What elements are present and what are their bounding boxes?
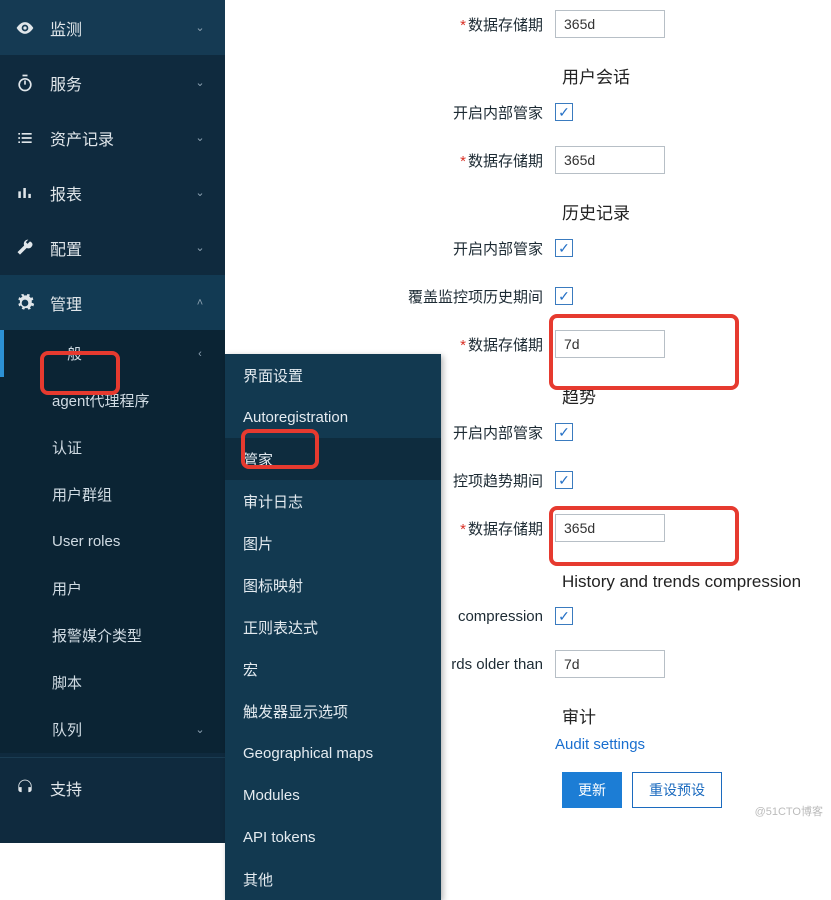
- chevron-down-icon: ⌄: [191, 21, 209, 34]
- nav-label: 资产记录: [50, 126, 191, 150]
- chevron-up-icon: ˄: [191, 297, 209, 309]
- main-form: *数据存储期 用户会话 开启内部管家 ✓ *数据存储期 历史记录 开启内部管家 …: [240, 0, 831, 808]
- input-storage1[interactable]: [555, 10, 665, 38]
- audit-settings-link[interactable]: Audit settings: [555, 736, 645, 753]
- wrench-icon: [14, 237, 36, 259]
- sub-label: 用户群组: [52, 484, 112, 505]
- barchart-icon: [14, 182, 36, 204]
- separator: [0, 757, 225, 758]
- sidebar-sub-queue[interactable]: 队列 ⌄: [0, 706, 225, 753]
- section-sessions: 用户会话: [240, 52, 831, 88]
- checkbox-enable-hk1[interactable]: ✓: [555, 103, 573, 121]
- section-history: 历史记录: [240, 188, 831, 224]
- sidebar-item-config[interactable]: 配置 ⌄: [0, 220, 225, 275]
- section-trends: 趋势: [240, 372, 831, 408]
- sub-label: 队列: [52, 719, 82, 740]
- section-compress: History and trends compression: [240, 556, 831, 592]
- chevron-down-icon: ⌄: [191, 76, 209, 89]
- stopwatch-icon: [14, 72, 36, 94]
- label-storage3: *数据存储期: [240, 334, 555, 355]
- sub-label: 一般: [52, 343, 82, 364]
- label-text: 数据存储期: [468, 521, 543, 538]
- sidebar-sub-userroles[interactable]: User roles: [0, 518, 225, 565]
- reset-button[interactable]: 重设预设: [632, 772, 722, 808]
- sub-label: 报警媒介类型: [52, 625, 142, 646]
- eye-icon: [14, 17, 36, 39]
- label-older: rds older than: [240, 656, 555, 673]
- section-audit: 审计: [240, 692, 831, 728]
- nav-label: 服务: [50, 71, 191, 95]
- sidebar-item-admin[interactable]: 管理 ˄: [0, 275, 225, 330]
- checkbox-enable-hk2[interactable]: ✓: [555, 239, 573, 257]
- input-storage2[interactable]: [555, 146, 665, 174]
- chevron-down-icon: ⌄: [191, 186, 209, 199]
- sidebar-sub-usergroups[interactable]: 用户群组: [0, 471, 225, 518]
- fly-other[interactable]: 其他: [225, 858, 441, 900]
- input-storage4[interactable]: [555, 514, 665, 542]
- headset-icon: [14, 777, 36, 799]
- sidebar-item-services[interactable]: 服务 ⌄: [0, 55, 225, 110]
- sidebar-sub-mediatypes[interactable]: 报警媒介类型: [0, 612, 225, 659]
- admin-submenu: 一般 ‹ agent代理程序 认证 用户群组 User roles 用户 报警媒…: [0, 330, 225, 753]
- watermark: @51CTO博客: [755, 803, 823, 819]
- sub-label: 用户: [52, 578, 82, 599]
- sidebar-sub-users[interactable]: 用户: [0, 565, 225, 612]
- fly-apitokens[interactable]: API tokens: [225, 816, 441, 858]
- label-enable-hk3: 开启内部管家: [240, 422, 555, 443]
- input-storage3[interactable]: [555, 330, 665, 358]
- chevron-down-icon: ⌄: [191, 241, 209, 254]
- chevron-down-icon: ⌄: [191, 131, 209, 144]
- checkbox-override-trends[interactable]: ✓: [555, 471, 573, 489]
- sidebar-sub-scripts[interactable]: 脚本: [0, 659, 225, 706]
- label-storage1: *数据存储期: [240, 14, 555, 35]
- label-override-trends: 控项趋势期间: [240, 470, 555, 491]
- sidebar-item-inventory[interactable]: 资产记录 ⌄: [0, 110, 225, 165]
- sidebar-item-monitoring[interactable]: 监测 ⌄: [0, 0, 225, 55]
- label-enable-hk1: 开启内部管家: [240, 102, 555, 123]
- sub-label: agent代理程序: [52, 390, 150, 411]
- checkbox-override-history[interactable]: ✓: [555, 287, 573, 305]
- nav-label: 监测: [50, 16, 191, 40]
- input-older[interactable]: [555, 650, 665, 678]
- list-icon: [14, 127, 36, 149]
- checkbox-compress[interactable]: ✓: [555, 607, 573, 625]
- fly-label: 其他: [243, 869, 273, 890]
- update-button[interactable]: 更新: [562, 772, 622, 808]
- sidebar-sub-general[interactable]: 一般 ‹: [0, 330, 225, 377]
- chevron-down-icon: ⌄: [191, 723, 209, 736]
- chevron-left-icon: ‹: [191, 348, 209, 360]
- label-override-history: 覆盖监控项历史期间: [240, 286, 555, 307]
- label-enable-hk2: 开启内部管家: [240, 238, 555, 259]
- sub-label: 脚本: [52, 672, 82, 693]
- sidebar-sub-agent[interactable]: agent代理程序: [0, 377, 225, 424]
- label-storage2: *数据存储期: [240, 150, 555, 171]
- label-text: 数据存储期: [468, 337, 543, 354]
- sidebar-sub-auth[interactable]: 认证: [0, 424, 225, 471]
- sidebar: 监测 ⌄ 服务 ⌄ 资产记录 ⌄ 报表 ⌄ 配置 ⌄ 管理 ˄ 一般 ‹ age…: [0, 0, 225, 843]
- gear-icon: [14, 292, 36, 314]
- checkbox-enable-hk3[interactable]: ✓: [555, 423, 573, 441]
- nav-label: 支持: [50, 776, 209, 800]
- sidebar-item-reports[interactable]: 报表 ⌄: [0, 165, 225, 220]
- sidebar-item-support[interactable]: 支持: [0, 762, 225, 814]
- label-text: 数据存储期: [468, 153, 543, 170]
- label-text: 数据存储期: [468, 17, 543, 34]
- sub-label: User roles: [52, 533, 120, 550]
- nav-label: 报表: [50, 181, 191, 205]
- nav-label: 配置: [50, 236, 191, 260]
- sub-label: 认证: [52, 437, 82, 458]
- label-storage4: *数据存储期: [240, 518, 555, 539]
- label-compress: compression: [240, 608, 555, 625]
- nav-label: 管理: [50, 291, 191, 315]
